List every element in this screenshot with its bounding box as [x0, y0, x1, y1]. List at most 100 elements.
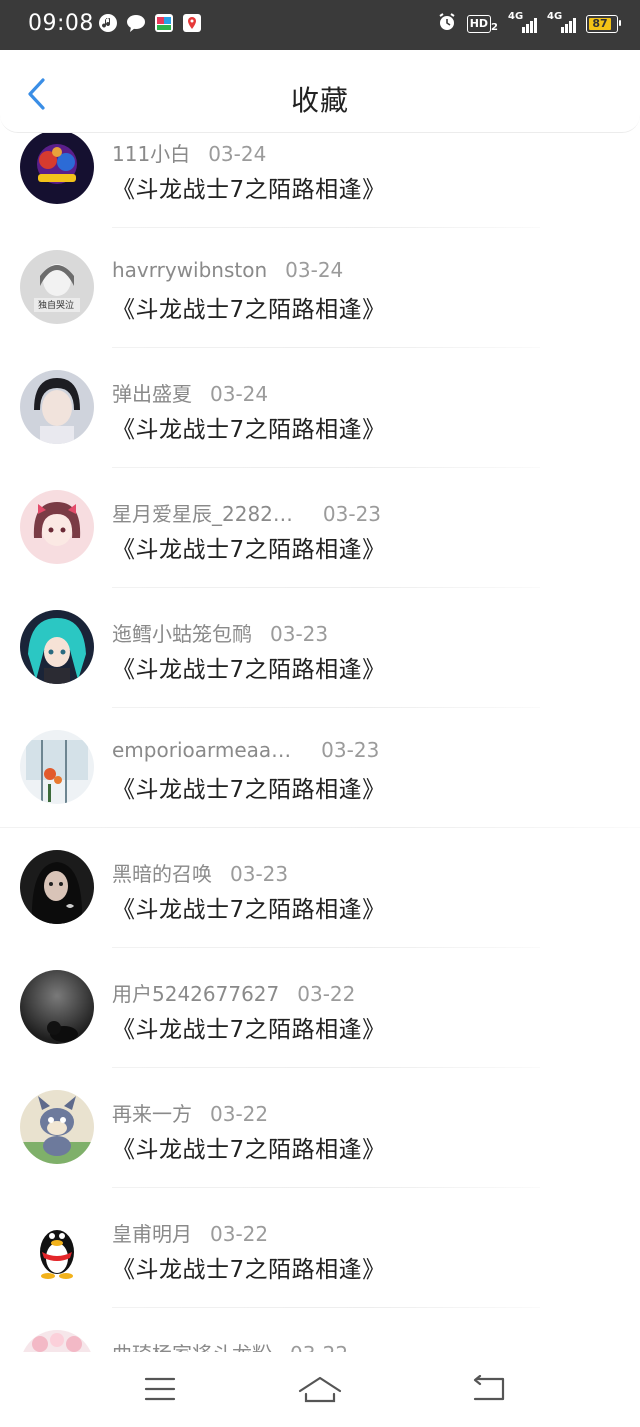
- username[interactable]: havrrywibnston: [112, 258, 267, 282]
- date: 03-24: [208, 142, 267, 166]
- username[interactable]: 曲琦杨家将斗龙粉: [112, 1342, 272, 1352]
- battery-icon: 87: [586, 14, 621, 33]
- book-title[interactable]: 《斗龙战士7之陌路相逢》: [112, 1250, 386, 1284]
- divider: [112, 587, 540, 588]
- list-item[interactable]: 111小白 03-24 《斗龙战士7之陌路相逢》: [0, 132, 640, 250]
- divider: [0, 827, 640, 828]
- avatar[interactable]: [20, 132, 94, 204]
- item-meta: emporioarmeaa… 03-23: [112, 738, 379, 762]
- item-meta: 星月爱星辰_2282… 03-23: [112, 498, 381, 527]
- item-meta: 用户5242677627 03-22: [112, 978, 355, 1007]
- username[interactable]: 星月爱星辰_2282…: [112, 502, 293, 526]
- signal-1-icon: 4G: [508, 11, 537, 33]
- hd-badge: HD: [466, 14, 492, 33]
- divider: [112, 707, 540, 708]
- battery-level: 87: [589, 17, 611, 30]
- home-icon: [298, 1376, 342, 1403]
- status-bar: 09:08 HD 2 4G 4G 87: [0, 0, 640, 50]
- list-item[interactable]: 用户5242677627 03-22 《斗龙战士7之陌路相逢》: [0, 970, 640, 1090]
- item-meta: 皇甫明月 03-22: [112, 1218, 268, 1247]
- item-meta: 黑暗的召唤 03-23: [112, 858, 288, 887]
- signal-1-label: 4G: [508, 10, 524, 22]
- menu-button[interactable]: [140, 1372, 180, 1406]
- list-item[interactable]: 弹出盛夏 03-24 《斗龙战士7之陌路相逢》: [0, 370, 640, 490]
- username[interactable]: 皇甫明月: [112, 1222, 192, 1246]
- divider: [112, 1187, 540, 1188]
- username[interactable]: emporioarmeaa…: [112, 738, 291, 762]
- book-title[interactable]: 《斗龙战士7之陌路相逢》: [112, 170, 386, 204]
- list-item[interactable]: 星月爱星辰_2282… 03-23 《斗龙战士7之陌路相逢》: [0, 490, 640, 610]
- avatar[interactable]: [20, 730, 94, 804]
- hd-sub: 2: [491, 21, 498, 33]
- username[interactable]: 黑暗的召唤: [112, 862, 212, 886]
- back-icon: [473, 1375, 505, 1401]
- item-meta: 再来一方 03-22: [112, 1098, 268, 1127]
- header: 收藏: [0, 50, 640, 133]
- signal-2-label: 4G: [547, 10, 563, 22]
- avatar[interactable]: [20, 1210, 94, 1284]
- list-item[interactable]: 曲琦杨家将斗龙粉 03-22: [0, 1330, 640, 1352]
- divider: [112, 1067, 540, 1068]
- divider: [112, 227, 540, 228]
- date: 03-22: [290, 1342, 348, 1352]
- book-title[interactable]: 《斗龙战士7之陌路相逢》: [112, 650, 386, 684]
- music-app-icon: [98, 13, 118, 33]
- avatar[interactable]: [20, 490, 94, 564]
- username[interactable]: 弹出盛夏: [112, 382, 192, 406]
- list-item[interactable]: 再来一方 03-22 《斗龙战士7之陌路相逢》: [0, 1090, 640, 1210]
- date: 03-24: [210, 382, 269, 406]
- username[interactable]: 再来一方: [112, 1102, 192, 1126]
- item-meta: 弹出盛夏 03-24: [112, 378, 268, 407]
- list-item[interactable]: 皇甫明月 03-22 《斗龙战士7之陌路相逢》: [0, 1210, 640, 1330]
- svg-text:独自哭泣: 独自哭泣: [38, 299, 74, 311]
- chat-bubble-icon: [126, 13, 146, 33]
- avatar[interactable]: [20, 850, 94, 924]
- book-title[interactable]: 《斗龙战士7之陌路相逢》: [112, 1130, 386, 1164]
- book-title[interactable]: 《斗龙战士7之陌路相逢》: [112, 290, 386, 324]
- divider: [112, 947, 540, 948]
- avatar[interactable]: [20, 970, 94, 1044]
- status-indicators: HD 2 4G 4G 87: [437, 11, 621, 35]
- username[interactable]: 用户5242677627: [112, 982, 279, 1006]
- list-item[interactable]: 迤鳕小蛄笼包鸸 03-23 《斗龙战士7之陌路相逢》: [0, 610, 640, 730]
- shop-app-icon: [154, 13, 174, 33]
- item-meta: 111小白 03-24: [112, 138, 266, 167]
- home-button[interactable]: [298, 1372, 342, 1406]
- avatar[interactable]: [20, 370, 94, 444]
- username[interactable]: 111小白: [112, 142, 190, 166]
- system-back-button[interactable]: [468, 1372, 508, 1406]
- date: 03-23: [230, 862, 289, 886]
- item-meta: 曲琦杨家将斗龙粉 03-22: [112, 1338, 348, 1352]
- username[interactable]: 迤鳕小蛄笼包鸸: [112, 622, 252, 646]
- divider: [112, 347, 540, 348]
- divider: [112, 467, 540, 468]
- list-item[interactable]: emporioarmeaa… 03-23 《斗龙战士7之陌路相逢》: [0, 730, 640, 850]
- list-item[interactable]: 黑暗的召唤 03-23 《斗龙战士7之陌路相逢》: [0, 850, 640, 970]
- date: 03-22: [210, 1222, 269, 1246]
- date: 03-24: [285, 258, 344, 282]
- item-meta: havrrywibnston 03-24: [112, 258, 343, 282]
- avatar[interactable]: [20, 610, 94, 684]
- alarm-icon: [437, 12, 457, 35]
- avatar[interactable]: [20, 1090, 94, 1164]
- signal-2-icon: 4G: [547, 11, 576, 33]
- book-title[interactable]: 《斗龙战士7之陌路相逢》: [112, 1010, 386, 1044]
- list-item[interactable]: 独自哭泣 havrrywibnston 03-24 《斗龙战士7之陌路相逢》: [0, 250, 640, 370]
- book-title[interactable]: 《斗龙战士7之陌路相逢》: [112, 410, 386, 444]
- date: 03-22: [210, 1102, 269, 1126]
- date: 03-23: [322, 502, 382, 526]
- hd-voice-indicator: HD 2: [466, 14, 498, 33]
- notification-icons: [98, 13, 202, 33]
- date: 03-23: [270, 622, 329, 646]
- menu-icon: [144, 1377, 176, 1401]
- item-meta: 迤鳕小蛄笼包鸸 03-23: [112, 618, 328, 647]
- divider: [112, 1307, 540, 1308]
- map-pin-app-icon: [182, 13, 202, 33]
- book-title[interactable]: 《斗龙战士7之陌路相逢》: [112, 770, 386, 804]
- avatar[interactable]: [20, 1330, 94, 1352]
- book-title[interactable]: 《斗龙战士7之陌路相逢》: [112, 890, 386, 924]
- book-title[interactable]: 《斗龙战士7之陌路相逢》: [112, 530, 386, 564]
- avatar[interactable]: 独自哭泣: [20, 250, 94, 324]
- date: 03-23: [321, 738, 380, 762]
- favorites-list: 111小白 03-24 《斗龙战士7之陌路相逢》 独自哭泣 havrrywibns…: [0, 132, 640, 1352]
